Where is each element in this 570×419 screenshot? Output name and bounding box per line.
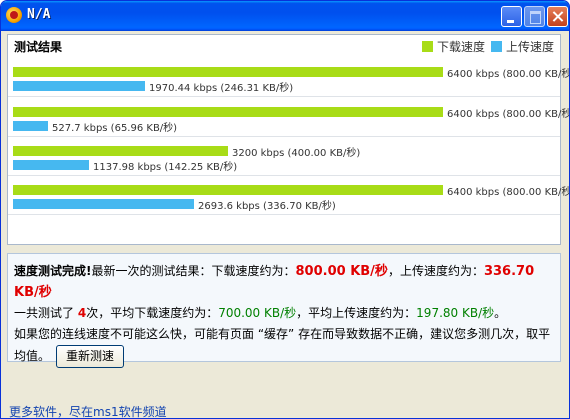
upload-bar	[13, 81, 145, 91]
count-suffix: 次，平均下载速度约为：	[86, 306, 219, 320]
window-title: N/A	[27, 7, 51, 22]
latest-mid: ，上传速度约为：	[387, 264, 484, 278]
avg-upload-value: 197.80 KB/秒	[416, 306, 495, 320]
latest-prefix: 最新一次的测试结果：下载速度约为：	[91, 264, 296, 278]
close-button[interactable]	[547, 6, 568, 27]
footer-link[interactable]: 更多软件，尽在ms1软件频道	[9, 403, 167, 418]
latest-download-value: 800.00 KB/秒	[295, 264, 388, 279]
download-bar-label: 6400 kbps (800.00 KB/秒)	[447, 187, 570, 198]
download-bar	[13, 67, 443, 77]
upload-bar-label: 1970.44 kbps (246.31 KB/秒)	[149, 83, 294, 94]
avg-mid: ，平均上传速度约为：	[296, 306, 417, 320]
retest-button[interactable]: 重新测速	[56, 345, 125, 368]
chart-legend: 下载速度 上传速度	[421, 38, 556, 55]
download-bar-label: 6400 kbps (800.00 KB/秒)	[447, 109, 570, 120]
main-window: N/A 测试结果 下载速度 上传速度 6400 kbps (800.00 KB/…	[0, 0, 570, 419]
upload-bar	[13, 160, 89, 170]
upload-bar-label: 1137.98 kbps (142.25 KB/秒)	[93, 162, 238, 173]
test-row: 3200 kbps (400.00 KB/秒) 1137.98 kbps (14…	[8, 140, 560, 176]
upload-bar	[13, 121, 48, 131]
minimize-button[interactable]	[501, 6, 522, 27]
result-summary: 速度测试完成!最新一次的测试结果：下载速度约为：800.00 KB/秒，上传速度…	[7, 253, 561, 368]
test-count: 4	[77, 306, 87, 320]
download-bar	[13, 146, 228, 156]
avg-end: 。	[494, 306, 507, 320]
test-row: 6400 kbps (800.00 KB/秒) 527.7 kbps (65.9…	[8, 101, 569, 137]
upload-bar	[13, 199, 194, 209]
complete-text: 速度测试完成!	[14, 264, 92, 278]
download-bar	[13, 107, 443, 117]
download-legend-label: 下载速度	[436, 40, 485, 54]
download-legend-swatch	[421, 41, 433, 52]
upload-legend-label: 上传速度	[505, 40, 554, 54]
maximize-button[interactable]	[524, 6, 545, 27]
panel-title: 测试结果	[14, 40, 63, 54]
test-row: 6400 kbps (800.00 KB/秒) 2693.6 kbps (336…	[8, 179, 569, 215]
avg-download-value: 700.00 KB/秒	[218, 306, 297, 320]
test-row: 6400 kbps (800.00 KB/秒) 1970.44 kbps (24…	[8, 61, 569, 97]
upload-bar-label: 527.7 kbps (65.96 KB/秒)	[52, 123, 178, 134]
download-bar-label: 6400 kbps (800.00 KB/秒)	[447, 69, 570, 80]
app-icon	[6, 7, 22, 23]
upload-bar-label: 2693.6 kbps (336.70 KB/秒)	[198, 201, 336, 212]
results-panel: 测试结果 下载速度 上传速度 6400 kbps (800.00 KB/秒) 1…	[7, 34, 569, 245]
download-bar-label: 3200 kbps (400.00 KB/秒)	[232, 148, 361, 159]
download-bar	[13, 185, 443, 195]
title-bar[interactable]: N/A	[1, 1, 569, 31]
upload-legend-swatch	[490, 41, 502, 52]
count-prefix: 一共测试了	[14, 306, 78, 320]
